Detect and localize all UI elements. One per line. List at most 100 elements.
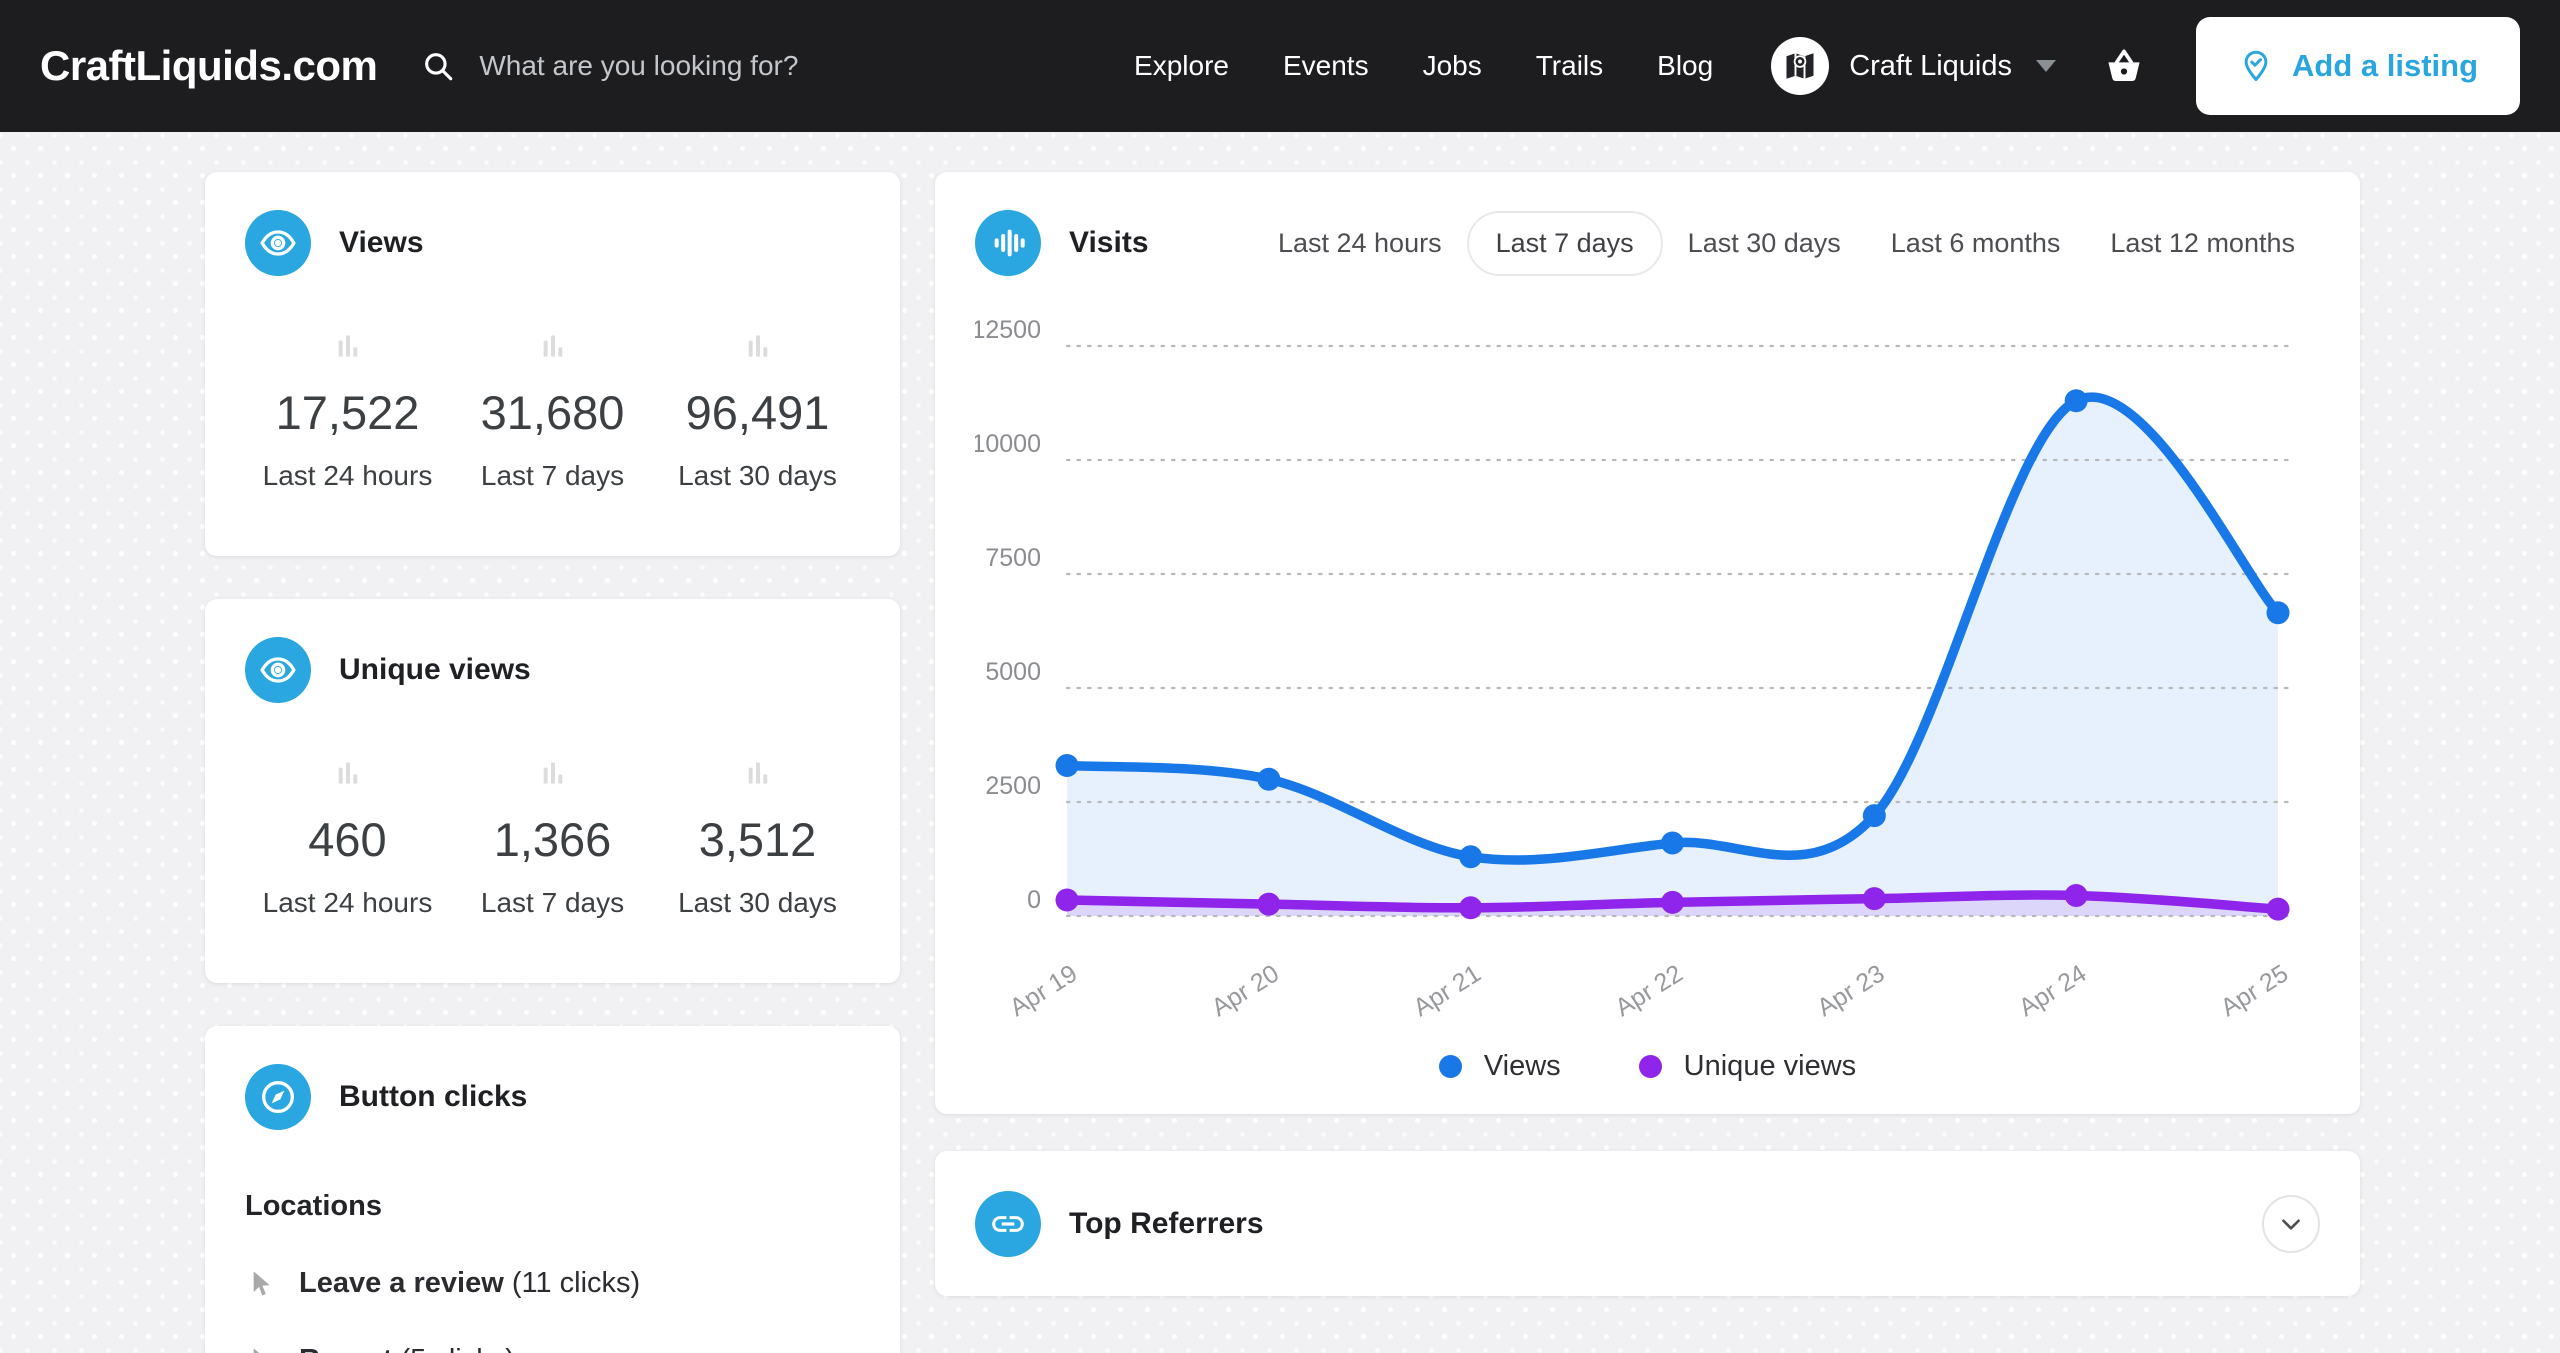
stat-value: 96,491	[685, 386, 830, 439]
unique-views-card: Unique views 460 Last 24 hours 1,366 Las…	[205, 599, 900, 983]
nav-link-events[interactable]: Events	[1283, 50, 1369, 82]
click-count: (11 clicks)	[511, 1267, 641, 1299]
bar-chart-icon	[338, 762, 357, 784]
add-listing-label: Add a listing	[2292, 48, 2478, 83]
stat-label: Last 24 hours	[262, 460, 433, 491]
account-menu[interactable]: Craft Liquids	[1771, 37, 2056, 95]
views-legend-dot-icon	[1438, 1054, 1462, 1078]
visits-card-title: Visits	[1069, 226, 1149, 259]
stat-value: 460	[308, 813, 387, 866]
nav-link-blog[interactable]: Blog	[1657, 50, 1713, 82]
legend-item-unique-views[interactable]: Unique views	[1638, 1049, 1857, 1083]
stat-label: Last 7 days	[480, 460, 625, 491]
stat-unique-7d: 1,366 Last 7 days	[450, 757, 655, 919]
search-icon	[421, 49, 455, 83]
visits-card: Visits Last 24 hours Last 7 days Last 30…	[935, 172, 2360, 1114]
click-row-report: Report (5 clicks)	[245, 1344, 860, 1353]
top-referrers-title: Top Referrers	[1069, 1206, 1264, 1240]
search-bar	[421, 49, 950, 83]
stat-label: Last 7 days	[480, 887, 625, 918]
basket-button[interactable]	[2102, 44, 2146, 88]
svg-text:5000: 5000	[985, 658, 1041, 686]
compass-icon	[245, 1064, 311, 1130]
svg-text:Apr 25: Apr 25	[2216, 959, 2293, 1022]
add-listing-button[interactable]: Add a listing	[2196, 17, 2520, 115]
tab-last-7-days[interactable]: Last 7 days	[1466, 210, 1663, 276]
svg-text:12500: 12500	[975, 316, 1041, 344]
pin-check-icon	[2238, 48, 2274, 84]
tab-last-30-days[interactable]: Last 30 days	[1663, 228, 1866, 259]
stat-views-30d: 96,491 Last 30 days	[655, 330, 860, 492]
stat-label: Last 30 days	[678, 887, 837, 918]
unique-views-legend-dot-icon	[1638, 1054, 1662, 1078]
top-navbar: CraftLiquids.com Explore Events Jobs Tra…	[0, 0, 2560, 132]
legend-label: Unique views	[1683, 1049, 1857, 1082]
stat-label: Last 30 days	[678, 460, 837, 491]
svg-text:Apr 24: Apr 24	[2014, 959, 2091, 1022]
svg-text:0: 0	[1027, 886, 1041, 914]
click-label: Leave a review	[299, 1267, 504, 1299]
unique-views-stats: 460 Last 24 hours 1,366 Last 7 days 3,51…	[245, 757, 860, 919]
visits-chart: 0 2500 5000 7500 10000 12500 Apr 19 Apr 20 Apr 2…	[971, 304, 2320, 1034]
expand-top-referrers-button[interactable]	[2262, 1194, 2320, 1253]
tab-last-24-hours[interactable]: Last 24 hours	[1253, 228, 1467, 259]
visits-card-header: Visits Last 24 hours Last 7 days Last 30…	[975, 210, 2320, 276]
nav-link-explore[interactable]: Explore	[1134, 50, 1229, 82]
svg-text:10000: 10000	[975, 430, 1041, 458]
click-count: (5 clicks)	[401, 1344, 515, 1353]
charts-column: Visits Last 24 hours Last 7 days Last 30…	[935, 172, 2360, 1296]
unique-views-card-header: Unique views	[245, 637, 860, 703]
views-card: Views 17,522 Last 24 hours 31,680 Last 7…	[205, 172, 900, 556]
locations-heading: Locations	[245, 1190, 382, 1222]
stat-views-7d: 31,680 Last 7 days	[450, 330, 655, 492]
avatar	[1771, 37, 1830, 95]
map-avatar-icon	[1782, 48, 1818, 84]
bar-chart-icon	[543, 762, 562, 784]
basket-icon	[2102, 44, 2146, 88]
eye-icon	[245, 637, 311, 703]
stat-value: 31,680	[480, 386, 625, 439]
bar-chart-icon	[338, 335, 357, 357]
stat-value: 17,522	[275, 386, 420, 439]
svg-text:Apr 22: Apr 22	[1610, 959, 1687, 1022]
stat-label: Last 24 hours	[262, 887, 433, 918]
svg-text:2500: 2500	[985, 772, 1041, 800]
views-card-header: Views	[245, 210, 860, 276]
nav-link-jobs[interactable]: Jobs	[1423, 50, 1482, 82]
views-card-title: Views	[339, 226, 424, 259]
account-name: Craft Liquids	[1849, 49, 2012, 82]
time-range-tabs: Last 24 hours Last 7 days Last 30 days L…	[1253, 210, 2320, 276]
bar-chart-icon	[748, 762, 767, 784]
stat-unique-30d: 3,512 Last 30 days	[655, 757, 860, 919]
tab-last-6-months[interactable]: Last 6 months	[1866, 228, 2086, 259]
unique-views-card-title: Unique views	[339, 653, 531, 686]
stat-value: 3,512	[698, 813, 817, 866]
button-clicks-card: Button clicks Locations Leave a review (…	[205, 1026, 900, 1353]
stat-value: 1,366	[493, 813, 612, 866]
nav-link-trails[interactable]: Trails	[1536, 50, 1603, 82]
bar-chart-icon	[543, 335, 562, 357]
top-referrers-card: Top Referrers	[935, 1151, 2360, 1296]
chart-legend: Views Unique views	[975, 1044, 2320, 1088]
search-input[interactable]	[479, 50, 950, 82]
stat-unique-24h: 460 Last 24 hours	[245, 757, 450, 919]
svg-text:Apr 19: Apr 19	[1005, 959, 1082, 1022]
svg-text:Apr 20: Apr 20	[1207, 959, 1284, 1022]
stat-views-24h: 17,522 Last 24 hours	[245, 330, 450, 492]
button-clicks-card-title: Button clicks	[339, 1080, 528, 1113]
legend-item-views[interactable]: Views	[1438, 1049, 1561, 1083]
click-label: Report	[299, 1344, 392, 1353]
legend-label: Views	[1483, 1049, 1561, 1082]
equalizer-icon	[975, 210, 1041, 276]
svg-text:Apr 23: Apr 23	[1812, 959, 1889, 1022]
eye-icon	[245, 210, 311, 276]
site-logo[interactable]: CraftLiquids.com	[40, 42, 378, 90]
click-row-leave-a-review: Leave a review (11 clicks)	[245, 1267, 860, 1300]
chevron-down-icon	[2282, 1218, 2300, 1230]
tab-last-12-months[interactable]: Last 12 months	[2085, 228, 2320, 259]
primary-nav: Explore Events Jobs Trails Blog	[1134, 50, 1713, 82]
svg-text:Apr 21: Apr 21	[1409, 959, 1486, 1022]
cursor-icon	[253, 1347, 260, 1353]
cursor-icon	[253, 1270, 270, 1295]
dashboard-content: Views 17,522 Last 24 hours 31,680 Last 7…	[0, 132, 2560, 1353]
